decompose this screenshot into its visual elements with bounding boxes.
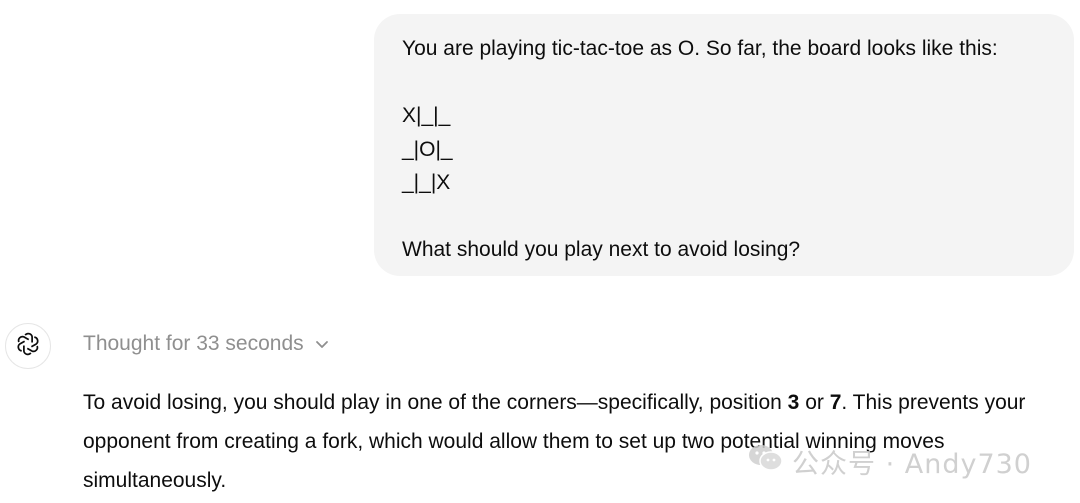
user-message-line <box>402 66 1046 100</box>
chat-page: You are playing tic-tac-toe as O. So far… <box>0 0 1080 503</box>
answer-text: or <box>799 391 830 414</box>
answer-position-3: 3 <box>787 391 800 414</box>
thought-duration-label: Thought for 33 seconds <box>83 332 304 355</box>
thought-toggle[interactable]: Thought for 33 seconds <box>83 328 330 360</box>
openai-logo-icon <box>15 331 41 362</box>
answer-position-7: 7 <box>829 391 842 414</box>
board-row: X|_|_ <box>402 104 451 127</box>
assistant-avatar <box>5 323 51 369</box>
board-row: _|_|X <box>402 171 451 194</box>
chevron-down-icon <box>314 336 330 352</box>
user-message-line: You are playing tic-tac-toe as O. So far… <box>402 37 998 60</box>
user-question-line: What should you play next to avoid losin… <box>402 238 801 261</box>
user-message-bubble: You are playing tic-tac-toe as O. So far… <box>374 14 1074 276</box>
user-message-line <box>402 200 1046 234</box>
board-row: _|O|_ <box>402 137 453 161</box>
answer-text: To avoid losing, you should play in one … <box>83 391 788 414</box>
assistant-answer: To avoid losing, you should play in one … <box>83 383 1073 500</box>
